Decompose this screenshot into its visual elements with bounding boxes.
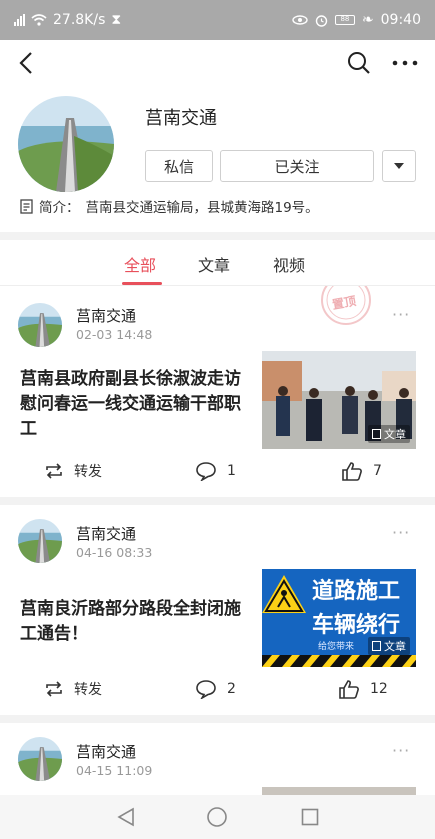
signal-icon [14,14,25,26]
caret-down-icon [394,163,404,169]
more-horizontal-icon [392,60,418,66]
avatar[interactable] [18,737,62,781]
avatar[interactable] [18,303,62,347]
top-navigation-bar [0,40,435,86]
battery-icon: 88 [334,15,355,25]
document-icon [372,641,381,651]
repost-button[interactable]: 转发 [44,461,102,481]
sign-text-line2: 车辆绕行 [312,613,401,638]
post-author: 莒南交通 [76,307,137,325]
post-more-icon[interactable]: ··· [392,741,410,760]
circle-home-icon [207,807,227,827]
post-time: 02-03 14:48 [76,327,153,342]
like-button[interactable]: 7 [341,461,382,481]
more-options-button[interactable] [387,45,423,81]
repost-icon [46,681,62,697]
post-time: 04-16 08:33 [76,545,153,560]
profile-name: 莒南交通 [145,108,217,129]
comment-button[interactable]: 2 [195,679,236,699]
intro-label: 简介： [39,200,80,216]
wifi-icon [31,14,47,26]
avatar[interactable] [18,519,62,563]
thumbs-up-icon [339,680,359,699]
tab-videos[interactable]: 视频 [273,252,305,276]
list-item[interactable]: 莒南交通 04-16 08:33 ··· 莒南良沂路部分路段全封闭施工通告！ 道… [0,505,435,715]
avatar[interactable] [18,96,114,192]
follow-dropdown-button[interactable] [382,150,416,182]
system-navigation-bar [0,795,435,839]
document-icon [20,198,33,214]
triangle-back-icon [117,807,134,827]
active-tab-indicator [122,282,162,285]
clock-time: 09:40 [380,12,421,28]
search-icon [348,52,370,74]
post-actions: 转发 2 12 [0,679,435,703]
content-tabs: 全部 文章 视频 [0,240,435,286]
alarm-icon [315,14,328,27]
nav-recents-button[interactable] [298,805,322,829]
profile-header: 莒南交通 私信 已关注 简介： 莒南县交通运输局，县城黄海路19号。 [0,86,435,232]
profile-intro: 简介： 莒南县交通运输局，县城黄海路19号。 [20,196,319,216]
pinned-stamp: 置顶 [318,286,374,330]
post-time: 04-15 11:09 [76,763,153,778]
article-badge: 文章 [368,425,410,443]
post-more-icon[interactable]: ··· [392,523,410,542]
post-thumbnail[interactable] [262,787,416,795]
comment-icon [196,680,216,699]
intro-text: 莒南县交通运输局，县城黄海路19号。 [85,200,319,216]
thumbs-up-icon [342,462,362,481]
article-badge: 文章 [368,637,410,655]
comment-icon [196,462,216,481]
post-author: 莒南交通 [76,743,137,761]
post-title[interactable]: 莒南良沂路部分路段全封闭施工通告！ [20,597,252,647]
private-message-button[interactable]: 私信 [145,150,213,182]
nav-home-button[interactable] [205,805,229,829]
following-button[interactable]: 已关注 [220,150,374,182]
divider [0,715,435,723]
network-speed: 27.8K/s [53,12,106,28]
document-icon [372,429,381,439]
sign-text-line1: 道路施工 [312,579,401,604]
nav-back-button[interactable] [114,805,138,829]
post-actions: 转发 1 7 [0,461,435,485]
post-more-icon[interactable]: ··· [392,305,410,324]
post-title[interactable]: 莒南县政府副县长徐淑波走访慰问春运一线交通运输干部职工 [20,367,252,442]
repost-icon [46,463,62,479]
leaf-icon: ❧ [361,12,374,28]
list-item[interactable]: 莒南交通 04-15 11:09 ··· [0,723,435,795]
sign-small-text: 给您带来 [318,642,355,652]
comment-button[interactable]: 1 [195,461,236,481]
post-author: 莒南交通 [76,525,137,543]
hourglass-icon: ⧗ [111,12,122,28]
back-button[interactable] [12,49,40,77]
repost-button[interactable]: 转发 [44,679,102,699]
chevron-left-icon [19,52,32,74]
search-button[interactable] [341,45,377,81]
tab-all[interactable]: 全部 [124,252,156,276]
post-thumbnail[interactable]: 道路施工 车辆绕行 给您带来 文章 [262,569,416,667]
like-button[interactable]: 12 [338,679,388,699]
divider [0,232,435,240]
eye-icon [292,15,308,25]
post-thumbnail[interactable]: 文章 [262,351,416,449]
divider [0,497,435,505]
status-bar: 27.8K/s ⧗ 88 ❧ 09:40 [0,0,435,40]
square-recents-icon [301,808,319,826]
tab-articles[interactable]: 文章 [198,252,230,276]
